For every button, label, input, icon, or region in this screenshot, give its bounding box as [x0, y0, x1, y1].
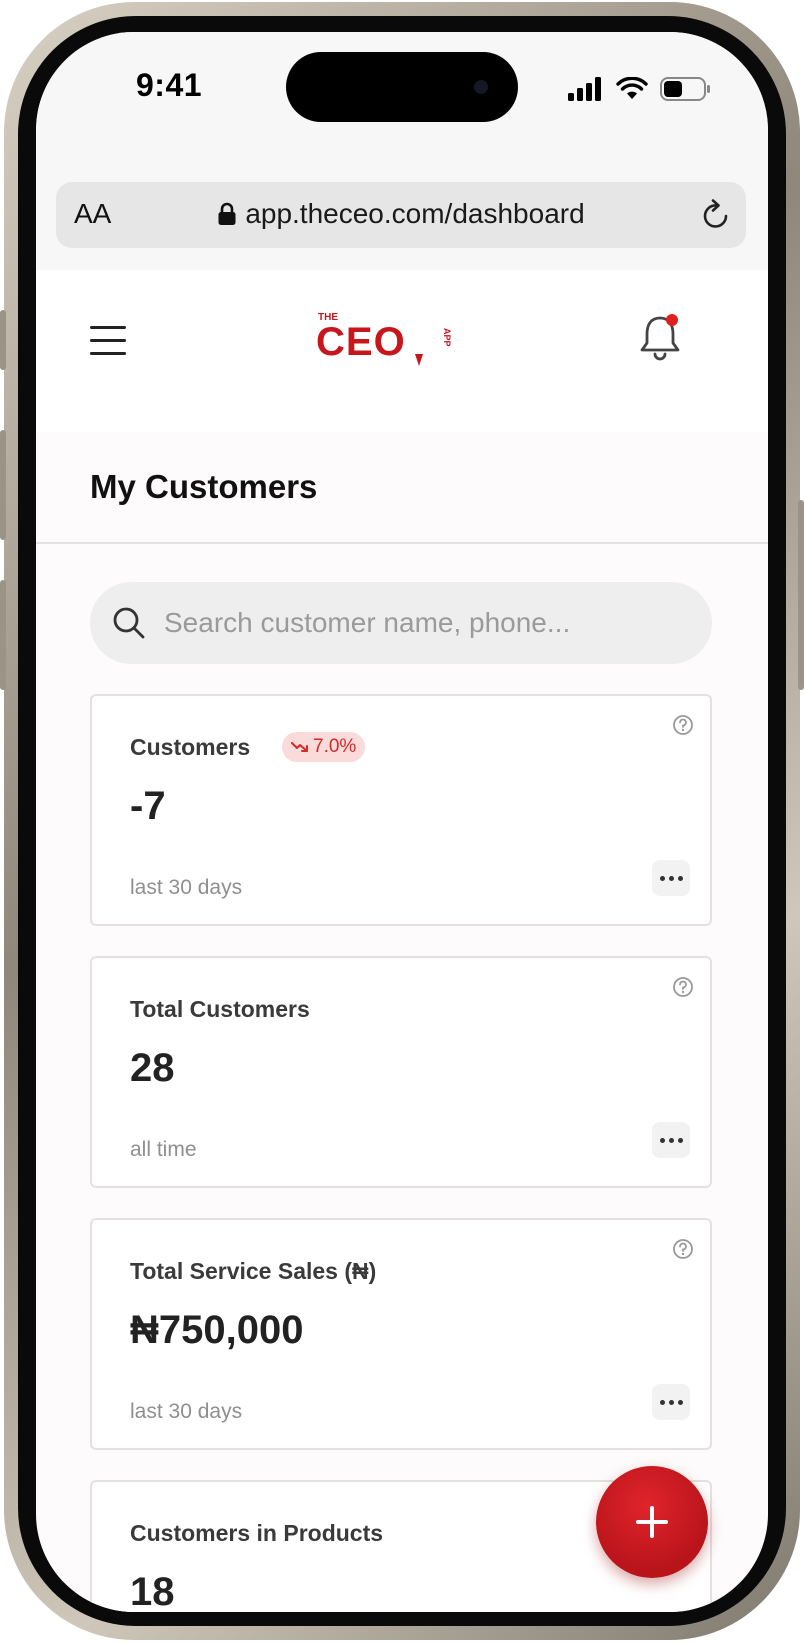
- url-text: app.theceo.com/dashboard: [245, 198, 585, 229]
- card-value: 18: [130, 1570, 175, 1612]
- address-bar[interactable]: AA app.theceo.com/dashboard: [56, 182, 746, 248]
- browser-toolbar: AA app.theceo.com/dashboard: [36, 160, 768, 270]
- stat-card-customers: Customers 7.0% -7 last 30 days: [90, 694, 712, 926]
- more-button[interactable]: [652, 860, 690, 896]
- bell-icon[interactable]: [638, 312, 686, 362]
- url-display[interactable]: app.theceo.com/dashboard: [56, 198, 746, 230]
- signal-icon: [568, 77, 601, 101]
- menu-icon[interactable]: [90, 326, 126, 356]
- page-title-bar: My Customers: [36, 432, 768, 544]
- status-time: 9:41: [136, 67, 203, 103]
- battery-icon: [660, 77, 710, 101]
- page-title: My Customers: [90, 468, 318, 505]
- card-label: Customers: [130, 734, 251, 760]
- card-label: Customers in Products: [130, 1520, 384, 1546]
- trend-badge-value: 7.0%: [313, 736, 357, 757]
- dynamic-island: [286, 52, 518, 122]
- logo-side-text: APP: [442, 328, 452, 347]
- logo-main-text: CEO: [316, 320, 406, 364]
- card-label: Total Service Sales (₦): [130, 1258, 377, 1284]
- side-button: [798, 500, 804, 690]
- more-button[interactable]: [652, 1384, 690, 1420]
- trend-badge: 7.0%: [282, 732, 366, 762]
- ceo-logo[interactable]: THE CEO APP: [316, 310, 456, 379]
- card-value: 28: [130, 1046, 175, 1090]
- search-box[interactable]: [90, 582, 712, 664]
- card-period: last 30 days: [130, 876, 243, 899]
- search-icon: [113, 607, 145, 639]
- wifi-icon: [616, 77, 648, 99]
- lock-icon: [218, 202, 236, 225]
- search-input[interactable]: [162, 600, 686, 646]
- status-icons: [568, 74, 712, 104]
- phone-screen: 9:41 AA app.theceo.com/dashboard THE CEO…: [36, 32, 768, 1612]
- camera-icon: [474, 80, 488, 94]
- card-period: last 30 days: [130, 1400, 243, 1423]
- side-button: [0, 580, 6, 690]
- card-period: all time: [130, 1138, 197, 1161]
- trend-down-icon: [291, 742, 308, 752]
- side-button: [0, 310, 6, 370]
- app-header: THE CEO APP: [36, 270, 768, 432]
- card-value: -7: [130, 784, 166, 828]
- help-icon[interactable]: [672, 976, 694, 998]
- add-customer-button[interactable]: [596, 1466, 708, 1578]
- status-bar: 9:41: [36, 32, 768, 160]
- more-button[interactable]: [652, 1122, 690, 1158]
- help-icon[interactable]: [672, 1238, 694, 1260]
- card-label: Total Customers: [130, 996, 310, 1022]
- reload-icon[interactable]: [700, 198, 732, 232]
- card-value: ₦750,000: [130, 1308, 304, 1352]
- notification-dot: [666, 314, 678, 326]
- stat-card-total-service-sales: Total Service Sales (₦) ₦750,000 last 30…: [90, 1218, 712, 1450]
- stat-card-total-customers: Total Customers 28 all time: [90, 956, 712, 1188]
- side-button: [0, 430, 6, 540]
- help-icon[interactable]: [672, 714, 694, 736]
